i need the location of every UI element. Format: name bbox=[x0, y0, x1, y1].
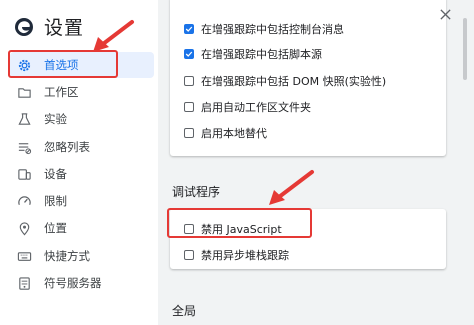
device-icon bbox=[16, 166, 32, 182]
scrollbar-thumb[interactable] bbox=[463, 18, 467, 80]
sidebar-item-ignore-list[interactable]: 忽略列表 bbox=[10, 134, 154, 160]
option-label: 在增强跟踪中包括 DOM 快照(实验性) bbox=[201, 75, 387, 88]
keyboard-icon bbox=[16, 248, 32, 264]
option-auto-workspace[interactable]: 启用自动工作区文件夹 bbox=[184, 99, 311, 115]
folder-icon bbox=[16, 84, 32, 100]
sidebar-item-shortcuts[interactable]: 快捷方式 bbox=[10, 243, 154, 269]
sidebar-item-label: 位置 bbox=[44, 221, 67, 235]
sidebar-item-label: 设备 bbox=[44, 167, 67, 181]
checkbox-unchecked[interactable] bbox=[184, 128, 194, 138]
option-local-overrides[interactable]: 启用本地替代 bbox=[184, 125, 267, 141]
sidebar-item-label: 快捷方式 bbox=[44, 249, 90, 263]
sidebar-item-label: 工作区 bbox=[44, 85, 79, 99]
flask-icon bbox=[16, 111, 32, 127]
sidebar-item-experiments[interactable]: 实验 bbox=[10, 106, 154, 132]
gauge-icon bbox=[16, 193, 32, 209]
section-title-debugger: 调试程序 bbox=[172, 185, 221, 199]
checkbox-unchecked[interactable] bbox=[184, 250, 194, 260]
annotation-box-preferences bbox=[8, 50, 118, 78]
sidebar-item-label: 实验 bbox=[44, 112, 67, 126]
sidebar-item-locations[interactable]: 位置 bbox=[10, 215, 154, 241]
option-label: 启用本地替代 bbox=[201, 127, 267, 140]
page-title: 设置 bbox=[44, 17, 85, 39]
checkbox-unchecked[interactable] bbox=[184, 102, 194, 112]
sidebar-item-label: 符号服务器 bbox=[44, 276, 102, 290]
sidebar-item-label: 忽略列表 bbox=[44, 140, 90, 154]
checkbox-checked[interactable] bbox=[184, 49, 194, 59]
close-button[interactable] bbox=[436, 5, 454, 23]
sidebar-item-symbol-server[interactable]: 符号服务器 bbox=[10, 270, 154, 296]
server-icon bbox=[16, 275, 32, 291]
sidebar-item-throttling[interactable]: 限制 bbox=[10, 188, 154, 214]
sidebar: 设置 首选项 工作区 实验 忽略列表 设备 限制 位置 快捷方式 符号服务器 bbox=[0, 0, 158, 325]
location-icon bbox=[16, 220, 32, 236]
option-label: 启用自动工作区文件夹 bbox=[201, 101, 311, 114]
sidebar-item-devices[interactable]: 设备 bbox=[10, 161, 154, 187]
option-script-sources[interactable]: 在增强跟踪中包括脚本源 bbox=[184, 46, 322, 62]
settings-panel: 在增强跟踪中包括控制台消息 在增强跟踪中包括脚本源 在增强跟踪中包括 DOM 快… bbox=[158, 0, 474, 325]
option-label: 禁用异步堆栈跟踪 bbox=[201, 249, 289, 262]
list-icon bbox=[16, 139, 32, 155]
close-icon bbox=[439, 8, 451, 20]
sidebar-item-workspace[interactable]: 工作区 bbox=[10, 79, 154, 105]
option-console-messages[interactable]: 在增强跟踪中包括控制台消息 bbox=[184, 21, 344, 37]
annotation-box-disable-javascript bbox=[167, 208, 312, 238]
option-dom-snapshot[interactable]: 在增强跟踪中包括 DOM 快照(实验性) bbox=[184, 73, 386, 89]
option-label: 在增强跟踪中包括控制台消息 bbox=[201, 23, 344, 36]
sidebar-item-label: 限制 bbox=[44, 194, 67, 208]
option-disable-async-stack[interactable]: 禁用异步堆栈跟踪 bbox=[184, 247, 289, 263]
sources-options-card: 在增强跟踪中包括控制台消息 在增强跟踪中包括脚本源 在增强跟踪中包括 DOM 快… bbox=[170, 0, 446, 156]
option-label: 在增强跟踪中包括脚本源 bbox=[201, 48, 322, 61]
section-title-global: 全局 bbox=[172, 304, 197, 318]
checkbox-checked[interactable] bbox=[184, 24, 194, 34]
edge-logo-icon bbox=[15, 18, 33, 36]
checkbox-unchecked[interactable] bbox=[184, 76, 194, 86]
